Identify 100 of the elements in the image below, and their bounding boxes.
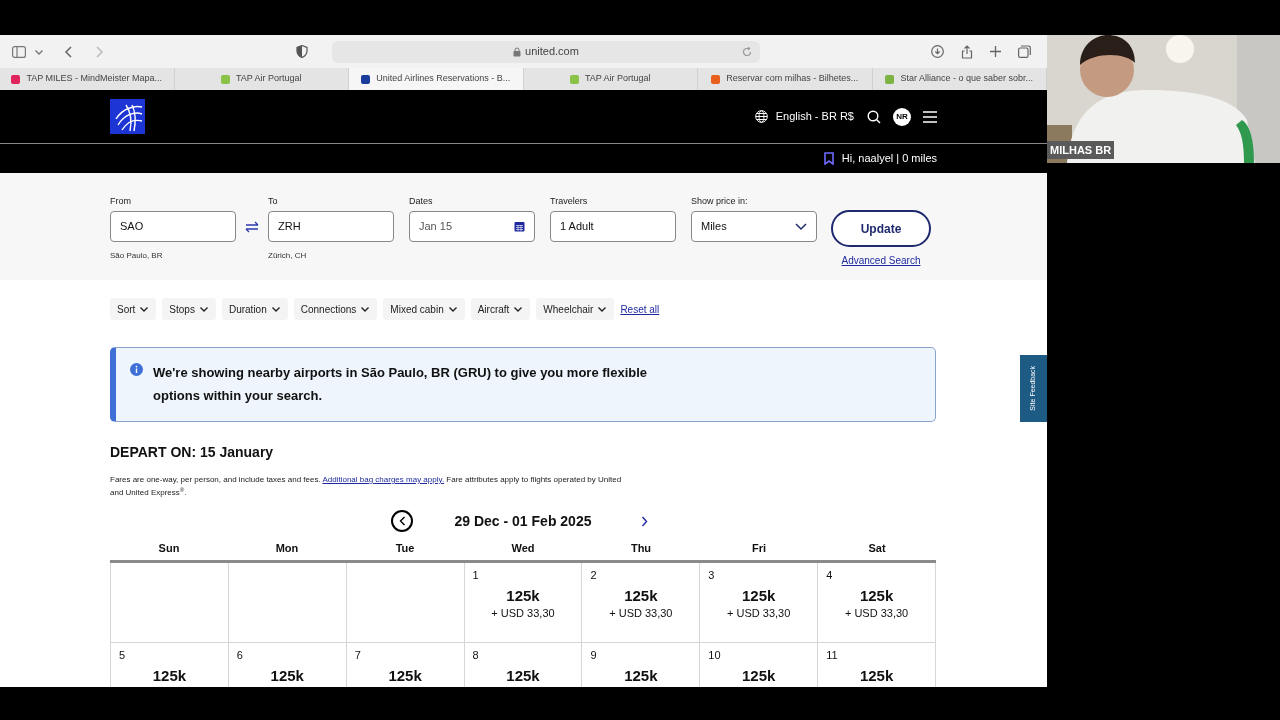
filter-dropdown[interactable]: Wheelchair [536, 298, 615, 320]
day-number: 5 [119, 647, 126, 663]
miles-price: 125k [388, 667, 422, 685]
day-number: 4 [826, 567, 833, 583]
filter-dropdown[interactable]: Duration [221, 298, 288, 320]
chevron-icon [447, 304, 458, 314]
input-field[interactable]: SAO [110, 211, 236, 242]
address-bar[interactable]: united.com [332, 40, 760, 63]
previous-button[interactable] [391, 510, 413, 532]
field-value: ZRH [278, 219, 301, 235]
day-number: 6 [236, 647, 243, 663]
url-text: united.com [525, 44, 579, 60]
field-label: Travelers [550, 195, 589, 208]
globe-icon [754, 110, 768, 123]
chevron-icon [597, 304, 608, 314]
calendar-cell[interactable]: 2 125k + USD 33,30 [582, 562, 701, 643]
tabs-overview-icon[interactable] [1018, 45, 1031, 58]
miles-price: 125k [152, 667, 187, 685]
field-value: 1 Adult [560, 219, 594, 235]
weekday-header: Sat [867, 541, 887, 556]
depart-heading: DEPART ON: 15 January [110, 443, 275, 462]
calendar-cell[interactable]: 11 125k [818, 642, 936, 687]
globe-logo[interactable] [110, 99, 145, 134]
bookmark-icon [823, 152, 834, 165]
avatar[interactable]: NR [893, 107, 911, 126]
back-icon[interactable] [64, 45, 74, 58]
filter-dropdown[interactable]: Connections [293, 298, 378, 320]
date-range: 29 Dec - 01 Feb 2025 [453, 511, 593, 531]
weekday-header: Fri [750, 541, 768, 556]
calendar-cell[interactable]: 7 125k [346, 642, 465, 687]
miles-price: 125k [742, 587, 776, 605]
chevron-icon [198, 304, 209, 314]
reset-link[interactable]: Reset all [620, 301, 660, 317]
weekday-header: Mon [274, 541, 300, 556]
cash-price: + USD 33,30 [609, 606, 673, 621]
language-selector[interactable]: English - BR R$ [775, 108, 854, 125]
chevron-icon [139, 304, 150, 314]
cash-price: + USD 33,30 [844, 606, 909, 621]
airport-hint: São Paulo, BR [110, 250, 164, 262]
dropdown-icon [795, 222, 807, 231]
filter-dropdown[interactable]: Sort [110, 298, 157, 320]
field-label: Show price in: [691, 195, 749, 208]
filter-dropdown[interactable]: Mixed cabin [383, 298, 465, 320]
calendar-cell[interactable]: 6 125k [228, 642, 347, 687]
day-number: 2 [590, 567, 597, 583]
filter-dropdown[interactable]: Stops [162, 298, 216, 320]
day-number: 7 [354, 647, 361, 663]
field-label: From [110, 195, 132, 208]
calendar-cell[interactable]: 8 125k [464, 642, 583, 687]
swap-icon[interactable] [245, 221, 259, 233]
fare-note: Fares are one-way, per person, and include taxes and fees. Additional bag charges may apply. Fare attributes apply to flights operated by United and United Express$^{®}$. [110, 474, 623, 499]
update-button[interactable]: Update [831, 210, 931, 247]
miles-price: 125k [270, 667, 304, 685]
input-field[interactable]: Jan 15 [409, 211, 535, 242]
calendar-cell[interactable]: 4 125k + USD 33,30 [818, 562, 936, 643]
day-number: 9 [590, 647, 597, 663]
filter-dropdown[interactable]: Aircraft [470, 298, 531, 320]
day-number: 3 [708, 567, 715, 583]
field-value: Jan 15 [419, 219, 453, 235]
miles-price: 125k [624, 667, 658, 685]
menu-icon[interactable] [923, 110, 937, 123]
weekday-header: Thu [629, 541, 653, 556]
calendar-cell[interactable]: 5 125k [111, 642, 229, 687]
miles-price: 125k [506, 587, 540, 605]
input-field[interactable]: ZRH [268, 211, 394, 242]
miles-price: 125k [742, 667, 776, 685]
calendar-cell[interactable]: 10 125k [700, 642, 819, 687]
plus-icon[interactable] [990, 46, 1001, 57]
calendar-cell[interactable]: 3 125k + USD 33,30 [700, 562, 819, 643]
weekday-header: Sun [157, 541, 181, 556]
field-value: SAO [120, 219, 144, 235]
bag-charges-link[interactable]: Additional bag charges may apply. [322, 475, 445, 484]
input-field[interactable]: Miles [691, 211, 817, 242]
search-icon[interactable] [867, 109, 881, 124]
cash-price: + USD 33,30 [727, 606, 791, 621]
miles-price: 125k [859, 587, 894, 605]
miles-price: 125k [506, 667, 540, 685]
advanced-search-link[interactable]: Advanced Search [841, 253, 921, 268]
chevron-right-icon [640, 515, 648, 527]
greeting-text[interactable]: Hi, naalyel | 0 miles [841, 150, 937, 167]
shield-icon[interactable] [296, 45, 308, 58]
chevron-icon [270, 304, 281, 314]
weekday-header: Tue [394, 541, 416, 556]
calendar-cell[interactable]: 1 125k + USD 33,30 [464, 562, 583, 643]
chevron-left-icon [398, 516, 406, 526]
calendar-icon [514, 221, 525, 232]
download-icon[interactable] [931, 45, 944, 58]
airport-hint: Zürich, CH [268, 250, 308, 262]
browser-tab[interactable]: United Airlines Reservations - B... [349, 68, 524, 90]
calendar-cell[interactable]: 9 125k [582, 642, 701, 687]
share-icon[interactable] [961, 44, 973, 59]
field-value: Miles [701, 219, 727, 235]
sidebar-icon[interactable] [12, 45, 26, 58]
miles-price: 125k [624, 587, 658, 605]
day-number: 8 [472, 647, 479, 663]
weekday-header: Wed [510, 541, 536, 556]
info-icon [130, 363, 143, 376]
input-field[interactable]: 1 Adult [550, 211, 676, 242]
miles-price: 125k [859, 667, 894, 685]
chevron-icon [513, 304, 524, 314]
